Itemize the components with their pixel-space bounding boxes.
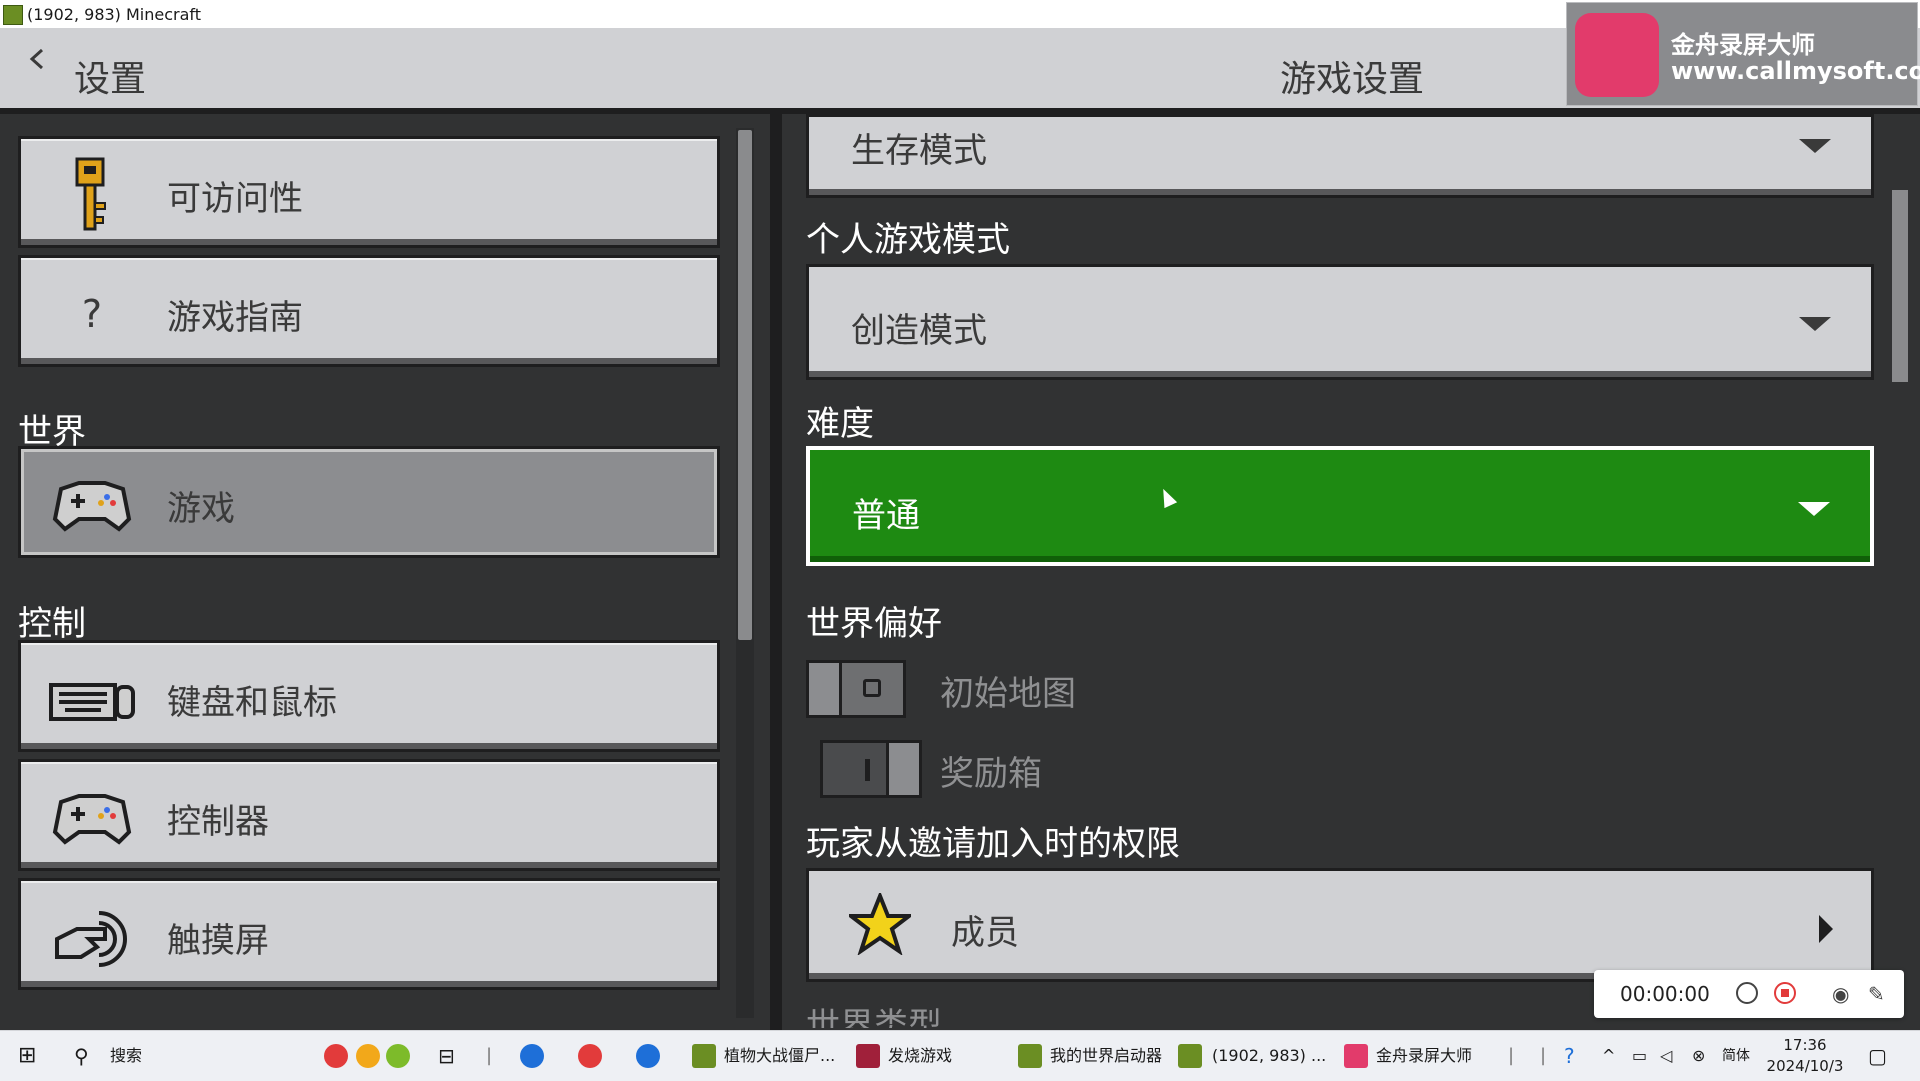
chevron-down-icon (1798, 502, 1830, 516)
pen-icon[interactable]: ✎ (1868, 982, 1885, 1006)
taskbar-separator: | (1540, 1045, 1547, 1066)
invite-permission-label: 玩家从邀请加入时的权限 (806, 824, 1180, 864)
bonus-chest-toggle[interactable] (820, 740, 922, 798)
nav-item-label: 触摸屏 (167, 921, 269, 961)
recorder-logo-icon (1575, 13, 1659, 97)
taskbar-app-minecraft[interactable]: (1902, 983) ... (1212, 1031, 1326, 1081)
minecraft-app-icon[interactable] (1178, 1044, 1202, 1068)
left-scrollbar[interactable] (738, 130, 752, 640)
browser-icon[interactable] (636, 1044, 660, 1068)
taskbar-separator: | (1508, 1045, 1515, 1066)
windows-taskbar: ⊞ ⚲ 搜索 ⊟ | 植物大战僵尸... 发烧游戏 我的世界启动器 (1902,… (0, 1030, 1920, 1081)
nav-item-game-guide[interactable]: ? 游戏指南 (18, 255, 720, 367)
nav-item-accessibility[interactable]: 可访问性 (18, 136, 720, 248)
starting-map-toggle[interactable] (806, 660, 906, 718)
recorder-control-bar: 00:00:00 ◉ ✎ (1594, 970, 1904, 1018)
section-controls-heading: 控制 (18, 604, 86, 644)
chevron-down-icon (1799, 139, 1831, 153)
game-app-icon[interactable] (856, 1044, 880, 1068)
taskbar-separator: | (486, 1045, 493, 1066)
window-title: (1902, 983) Minecraft (27, 5, 202, 24)
taskbar-app-recorder[interactable]: 金舟录屏大师 (1376, 1031, 1472, 1081)
fruit-icon[interactable] (386, 1044, 410, 1068)
nav-item-label: 游戏指南 (167, 298, 303, 338)
pause-icon[interactable] (1736, 982, 1758, 1004)
back-button-label[interactable]: 设置 (74, 50, 146, 102)
toggle-knob (886, 743, 919, 795)
chevron-right-icon (1819, 915, 1833, 943)
personal-game-mode-dropdown[interactable]: 创造模式 (806, 264, 1874, 380)
page-title: 游戏设置 (1280, 59, 1425, 100)
nav-item-controller[interactable]: 控制器 (18, 759, 720, 871)
chevron-up-icon[interactable]: ^ (1602, 1031, 1615, 1081)
volume-icon[interactable]: ◁ (1660, 1031, 1672, 1081)
battery-icon[interactable]: ▭ (1632, 1031, 1647, 1081)
key-icon (75, 157, 106, 231)
difficulty-label: 难度 (806, 404, 874, 444)
camera-icon[interactable]: ◉ (1832, 982, 1849, 1006)
windows-start-icon[interactable]: ⊞ (18, 1031, 36, 1081)
taskbar-app-launcher[interactable]: 我的世界启动器 (1050, 1031, 1162, 1081)
difficulty-dropdown[interactable]: 普通 (806, 446, 1874, 566)
gamepad-icon (52, 794, 132, 845)
nav-item-game[interactable]: 游戏 (18, 446, 720, 558)
taskbar-app-pvz[interactable]: 植物大战僵尸... (724, 1031, 835, 1081)
touch-icon (55, 911, 127, 967)
help-icon[interactable]: ? (1564, 1031, 1575, 1081)
recording-timer: 00:00:00 (1620, 982, 1710, 1006)
keyboard-icon (49, 683, 135, 721)
question-icon: ? (81, 292, 103, 336)
invite-permission-button[interactable]: 成员 (806, 868, 1874, 982)
gamepad-icon (52, 481, 132, 532)
taskbar-search-box[interactable]: 搜索 (110, 1031, 142, 1081)
invite-permission-value: 成员 (951, 913, 1019, 953)
taskbar-clock[interactable]: 17:36 2024/10/3 (1760, 1035, 1850, 1077)
toggle-off-indicator (863, 679, 881, 697)
recorder-watermark: 金舟录屏大师 www.callmysoft.com (1566, 2, 1920, 106)
stop-record-icon[interactable] (1774, 982, 1796, 1004)
panel-divider (770, 114, 782, 1030)
edge-browser-icon[interactable] (520, 1044, 544, 1068)
nav-item-touchscreen[interactable]: 触摸屏 (18, 878, 720, 990)
personal-game-mode-label: 个人游戏模式 (806, 220, 1010, 260)
search-icon[interactable]: ⚲ (74, 1031, 89, 1081)
chevron-down-icon (1799, 317, 1831, 331)
world-type-label: 世界类型 (806, 1006, 942, 1028)
difficulty-value: 普通 (852, 496, 920, 536)
chrome-browser-icon[interactable] (578, 1044, 602, 1068)
personal-game-mode-value: 创造模式 (851, 311, 987, 351)
clock-date: 2024/10/3 (1766, 1057, 1844, 1075)
game-mode-dropdown[interactable]: 生存模式 (806, 114, 1874, 198)
nav-item-keyboard-mouse[interactable]: 键盘和鼠标 (18, 640, 720, 752)
pvz-app-icon[interactable] (692, 1044, 716, 1068)
nav-item-label: 游戏 (167, 489, 235, 529)
taskbar-app-fashao[interactable]: 发烧游戏 (888, 1031, 952, 1081)
recorder-name: 金舟录屏大师 (1671, 31, 1815, 59)
recorder-app-icon[interactable] (1344, 1044, 1368, 1068)
network-off-icon[interactable]: ⊗ (1692, 1031, 1705, 1081)
fruit-icon[interactable] (356, 1044, 380, 1068)
nav-item-label: 键盘和鼠标 (167, 683, 337, 723)
nav-item-label: 可访问性 (167, 179, 303, 219)
world-preferences-heading: 世界偏好 (806, 604, 942, 644)
toggle-on-indicator (865, 759, 870, 781)
bonus-chest-label: 奖励箱 (940, 754, 1042, 794)
fruit-icon[interactable] (324, 1044, 348, 1068)
right-scrollbar[interactable] (1892, 190, 1908, 382)
clock-time: 17:36 (1783, 1036, 1827, 1054)
notification-icon[interactable]: ▢ (1868, 1031, 1887, 1081)
toggle-knob (809, 663, 842, 715)
game-mode-value: 生存模式 (851, 131, 987, 171)
nav-item-label: 控制器 (167, 802, 269, 842)
starting-map-label: 初始地图 (940, 674, 1076, 714)
task-view-icon[interactable]: ⊟ (438, 1031, 455, 1081)
minecraft-launcher-icon[interactable] (1018, 1044, 1042, 1068)
minecraft-app-icon (3, 5, 23, 25)
recorder-url: www.callmysoft.com (1671, 57, 1920, 85)
back-arrow-icon[interactable] (26, 48, 48, 70)
star-icon (849, 893, 911, 955)
ime-indicator[interactable]: 简体 (1722, 1031, 1750, 1081)
